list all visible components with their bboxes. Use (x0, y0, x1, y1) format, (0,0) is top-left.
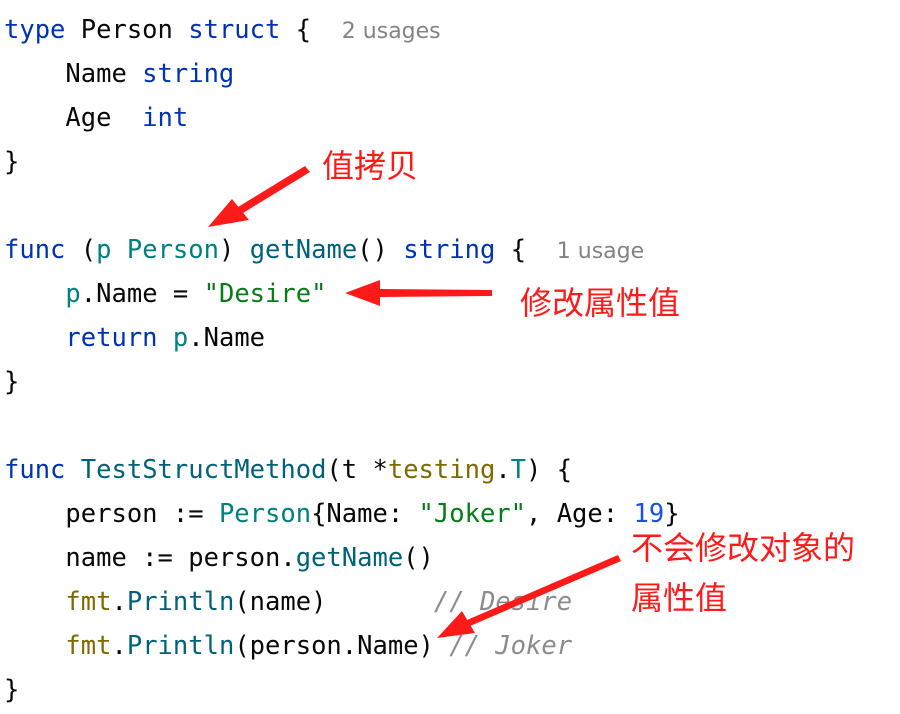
keyword-type: type (4, 15, 66, 45)
close-brace: } (4, 367, 20, 397)
field-type: string (142, 59, 235, 89)
number-literal: 19 (633, 499, 665, 529)
decl-person: person := (4, 499, 219, 529)
receiver-ref: p (65, 279, 81, 309)
close-brace: } (4, 147, 20, 177)
string-literal: "Joker" (418, 499, 526, 529)
code-line-2[interactable]: Name string (4, 52, 234, 96)
package-fmt: fmt (65, 631, 112, 661)
annotation-modify-field: 修改属性值 (520, 284, 681, 322)
code-line-11[interactable]: func TestStructMethod(t *testing.T) { (4, 448, 572, 492)
annotation-value-copy: 值拷贝 (322, 147, 419, 185)
code-line-4[interactable]: } (4, 140, 19, 184)
call-args: (person.Name) (234, 631, 450, 661)
field-name: Name (4, 59, 143, 89)
method-call: getName (295, 543, 404, 573)
paren-close: ) (218, 235, 250, 265)
open-brace: { (495, 235, 557, 265)
param-open: (t * (326, 455, 388, 485)
code-line-16[interactable]: } (4, 668, 19, 712)
println-call: Println (126, 631, 235, 661)
comment: // Joker (449, 631, 573, 661)
code-line-6[interactable]: func (p Person) getName() string { 1 usa… (4, 228, 644, 272)
keyword-struct: struct (188, 15, 281, 45)
println-call: Println (126, 587, 235, 617)
usages-hint[interactable]: 1 usage (557, 239, 644, 264)
type-name: Person (65, 15, 189, 45)
param-close: ) { (526, 455, 573, 485)
code-line-13[interactable]: name := person.getName() (4, 536, 434, 580)
code-line-1[interactable]: type Person struct { 2 usages (4, 8, 441, 52)
assignment: .Name = (80, 279, 204, 309)
dot: . (495, 455, 511, 485)
field-age: Age (4, 103, 143, 133)
annotation-no-modify-line2: 属性值 (631, 579, 728, 617)
code-line-15[interactable]: fmt.Println(person.Name) // Joker (4, 624, 572, 668)
package-fmt: fmt (65, 587, 112, 617)
code-line-12[interactable]: person := Person{Name: "Joker", Age: 19} (4, 492, 680, 536)
comment: // Desire (433, 587, 573, 617)
decl-name: name := person. (4, 543, 296, 573)
struct-type: Person (218, 499, 312, 529)
code-editor[interactable]: type Person struct { 2 usages Name strin… (0, 0, 900, 714)
method-parens: () (357, 235, 404, 265)
code-line-9[interactable]: } (4, 360, 19, 404)
call-args: (name) (234, 587, 434, 617)
code-line-8[interactable]: return p.Name (4, 316, 265, 360)
receiver-name: p (96, 235, 112, 265)
type-T: T (510, 455, 527, 485)
field-access: .Name (188, 323, 266, 353)
package-name: testing (387, 455, 496, 485)
usages-hint[interactable]: 2 usages (342, 19, 441, 44)
receiver-ref: p (172, 323, 189, 353)
string-literal: "Desire" (203, 279, 327, 309)
open-brace: { (280, 15, 342, 45)
code-line-7[interactable]: p.Name = "Desire" (4, 272, 326, 316)
literal-part: {Name: (311, 499, 419, 529)
receiver-type: Person (126, 235, 219, 265)
annotation-no-modify-line1: 不会修改对象的 (631, 529, 856, 567)
paren-open: ( (65, 235, 97, 265)
return-type: string (403, 235, 496, 265)
keyword-return: return (65, 323, 158, 353)
field-type: int (142, 103, 189, 133)
dot: . (111, 631, 127, 661)
literal-part: , Age: (526, 499, 634, 529)
code-line-3[interactable]: Age int (4, 96, 188, 140)
code-line-14[interactable]: fmt.Println(name) // Desire (4, 580, 572, 624)
dot: . (111, 587, 127, 617)
function-name: TestStructMethod (80, 455, 327, 485)
method-name: getName (249, 235, 358, 265)
keyword-func: func (4, 235, 66, 265)
close-brace: } (664, 499, 680, 529)
call-parens: () (403, 543, 434, 573)
close-brace: } (4, 675, 20, 705)
keyword-func: func (4, 455, 66, 485)
